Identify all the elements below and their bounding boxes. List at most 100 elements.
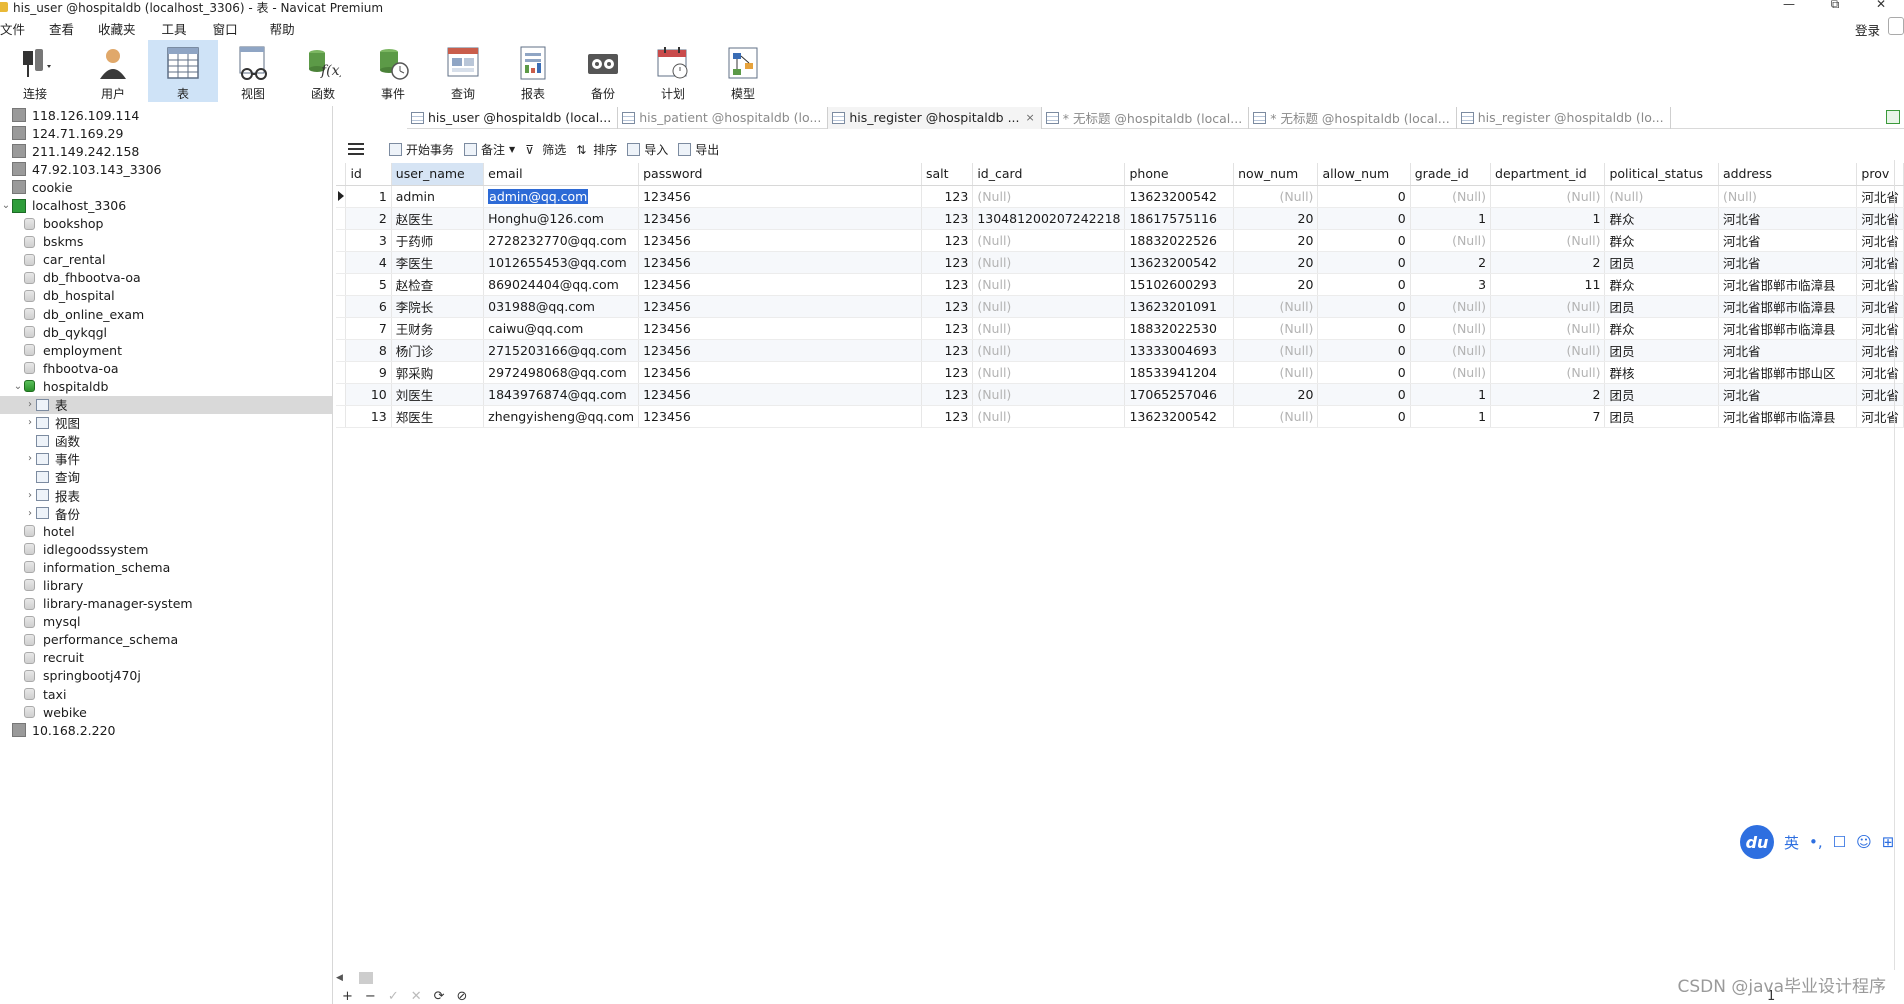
cell-password[interactable]: 123456 (638, 383, 922, 406)
cell-phone[interactable]: 13623200542 (1124, 405, 1235, 428)
avatar-icon[interactable] (1888, 17, 1904, 35)
cell-id[interactable]: 6 (345, 295, 392, 318)
cell-salt[interactable]: 123 (921, 383, 974, 406)
tree-item[interactable]: car_rental (0, 251, 332, 269)
chevron-right-icon[interactable]: › (24, 490, 36, 501)
chevron-right-icon[interactable]: › (24, 417, 36, 428)
cell-email[interactable]: zhengyisheng@qq.com (483, 405, 640, 428)
cell-grade_id[interactable]: 2 (1410, 251, 1492, 274)
cell-political_status[interactable]: 团员 (1604, 405, 1719, 428)
cell-id[interactable]: 9 (345, 361, 392, 384)
apply-changes-button[interactable]: ✓ (388, 989, 399, 1004)
tree-item[interactable]: library (0, 576, 332, 594)
report-button[interactable]: 报表 (498, 40, 568, 102)
cell-id_card[interactable]: (Null) (972, 185, 1126, 208)
menu-tools[interactable]: 工具 (162, 19, 213, 38)
table-row[interactable]: 4 李医生 1012655453@qq.com 123456 123 (Null) 1362… (336, 251, 1904, 274)
tree-item[interactable]: 124.71.169.29 (0, 124, 332, 142)
table-row[interactable]: 7 王财务 caiwu@qq.com 123456 123 (Null) 188320225… (336, 317, 1904, 340)
cell-password[interactable]: 123456 (638, 185, 922, 208)
tree-item[interactable]: db_fhbootva-oa (0, 269, 332, 287)
cell-address[interactable]: (Null) (1718, 185, 1858, 208)
cell-email[interactable]: 2715203166@qq.com (483, 339, 640, 362)
cell-email[interactable]: 869024404@qq.com (483, 273, 640, 296)
cell-salt[interactable]: 123 (921, 185, 974, 208)
cell-phone[interactable]: 13623200542 (1124, 251, 1235, 274)
table-row[interactable]: 5 赵检查 869024404@qq.com 123456 123 (Null) 15102… (336, 273, 1904, 296)
cell-email[interactable]: 1843976874@qq.com (483, 383, 640, 406)
cell-political_status[interactable]: 群众 (1604, 317, 1719, 340)
cell-address[interactable]: 河北省 (1718, 383, 1858, 406)
cell-now_num[interactable]: (Null) (1233, 405, 1319, 428)
tab-2[interactable]: his_register @hospitaldb ... × (828, 106, 1042, 129)
cell-department_id[interactable]: 1 (1490, 207, 1606, 230)
tab-1[interactable]: his_patient @hospitaldb (lo... (618, 106, 829, 129)
cell-phone[interactable]: 18832022530 (1124, 317, 1235, 340)
discard-changes-button[interactable]: ✕ (411, 989, 422, 1004)
ime-user-icon[interactable]: ☺ (1856, 833, 1872, 851)
tree-item[interactable]: ⌄ localhost_3306 (0, 196, 332, 214)
cell-address[interactable]: 河北省邯郸市临漳县 (1718, 295, 1858, 318)
cell-political_status[interactable]: 群众 (1604, 273, 1719, 296)
tree-item[interactable]: springbootj470j (0, 667, 332, 685)
tree-item[interactable]: ⌄ hospitaldb (0, 377, 332, 395)
cell-department_id[interactable]: (Null) (1490, 317, 1606, 340)
column-header-political_status[interactable]: political_status (1604, 163, 1719, 186)
cell-now_num[interactable]: (Null) (1233, 317, 1319, 340)
table-row[interactable]: 10 刘医生 1843976874@qq.com 123456 123 (Null) 170… (336, 383, 1904, 406)
query-button[interactable]: 查询 (428, 40, 498, 102)
cell-email[interactable]: 2972498068@qq.com (483, 361, 640, 384)
cell-id[interactable]: 8 (345, 339, 392, 362)
cell-user_name[interactable]: 郑医生 (391, 405, 485, 428)
cell-allow_num[interactable]: 0 (1317, 251, 1411, 274)
horizontal-scrollbar[interactable]: ◀ (336, 970, 1904, 986)
tree-item[interactable]: bskms (0, 233, 332, 251)
ime-punct-toggle[interactable]: •, (1809, 833, 1823, 851)
cell-id[interactable]: 2 (345, 207, 392, 230)
cell-id_card[interactable]: 130481200207242218 (972, 207, 1126, 230)
tree-item[interactable]: 211.149.242.158 (0, 142, 332, 160)
cell-password[interactable]: 123456 (638, 207, 922, 230)
cell-allow_num[interactable]: 0 (1317, 317, 1411, 340)
cell-address[interactable]: 河北省邯郸市临漳县 (1718, 405, 1858, 428)
cell-id_card[interactable]: (Null) (972, 229, 1126, 252)
cell-id_card[interactable]: (Null) (972, 273, 1126, 296)
cell-address[interactable]: 河北省邯郸市邯山区 (1718, 361, 1858, 384)
menu-window[interactable]: 窗口 (213, 19, 270, 38)
row-marker[interactable] (336, 207, 347, 230)
cell-grade_id[interactable]: (Null) (1410, 361, 1492, 384)
tree-item[interactable]: webike (0, 703, 332, 721)
row-marker[interactable] (336, 361, 347, 384)
cell-now_num[interactable]: (Null) (1233, 185, 1319, 208)
cell-political_status[interactable]: 团员 (1604, 339, 1719, 362)
cell-password[interactable]: 123456 (638, 339, 922, 362)
cell-department_id[interactable]: 2 (1490, 251, 1606, 274)
tree-item[interactable]: 函数 (0, 432, 332, 450)
cell-department_id[interactable]: 7 (1490, 405, 1606, 428)
cell-allow_num[interactable]: 0 (1317, 229, 1411, 252)
tree-item[interactable]: 118.126.109.114 (0, 106, 332, 124)
memo-button[interactable]: 备注 ▼ (464, 141, 515, 158)
tree-item[interactable]: › 备份 (0, 504, 332, 522)
menu-icon[interactable] (348, 143, 364, 155)
table-row[interactable]: 13 郑医生 zhengyisheng@qq.com 123456 123 (Null) 1… (336, 405, 1904, 428)
cell-now_num[interactable]: 20 (1233, 251, 1319, 274)
tab-5[interactable]: his_register @hospitaldb (lo... (1457, 106, 1671, 129)
table-row[interactable]: 3 于药师 2728232770@qq.com 123456 123 (Null) 1883… (336, 229, 1904, 252)
cell-user_name[interactable]: 李院长 (391, 295, 485, 318)
cell-department_id[interactable]: (Null) (1490, 229, 1606, 252)
tree-item[interactable]: hotel (0, 522, 332, 540)
cell-political_status[interactable]: 团员 (1604, 251, 1719, 274)
menu-view[interactable]: 查看 (49, 19, 98, 38)
column-header-now_num[interactable]: now_num (1233, 163, 1319, 186)
cell-address[interactable]: 河北省 (1718, 251, 1858, 274)
tree-item[interactable]: taxi (0, 685, 332, 703)
column-header-department_id[interactable]: department_id (1490, 163, 1606, 186)
ime-keyboard-icon[interactable]: ☐ (1833, 833, 1846, 851)
tab-3[interactable]: * 无标题 @hospitaldb (local... (1042, 106, 1250, 129)
cell-phone[interactable]: 13333004693 (1124, 339, 1235, 362)
menu-help[interactable]: 帮助 (270, 19, 308, 38)
begin-transaction-button[interactable]: 开始事务 (389, 141, 454, 158)
tree-item[interactable]: employment (0, 341, 332, 359)
cell-salt[interactable]: 123 (921, 317, 974, 340)
